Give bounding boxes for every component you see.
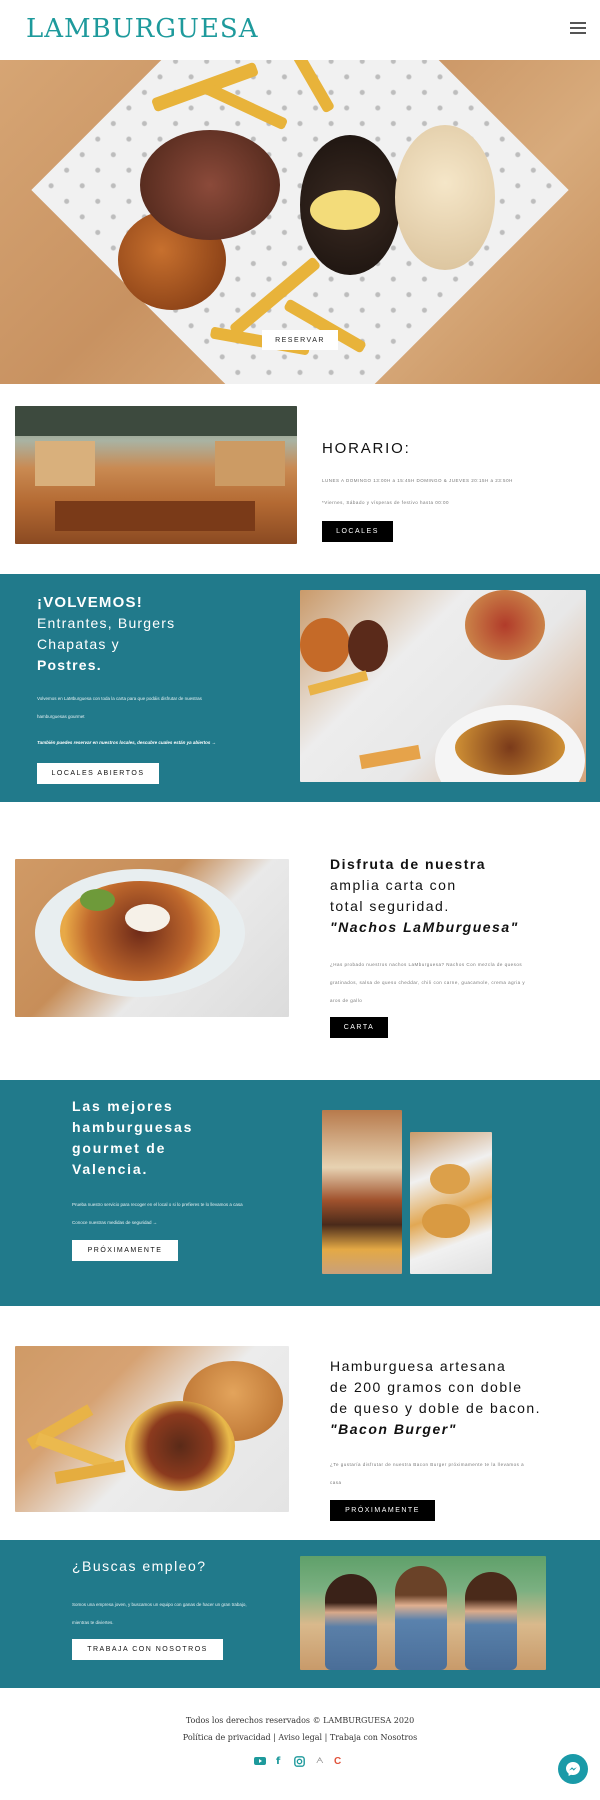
horario-title: HORARIO: xyxy=(322,440,411,457)
footer-links[interactable]: Política de privacidad | Aviso legal | T… xyxy=(0,1733,600,1742)
volvemos-section: ¡VOLVEMOS! Entrantes, Burgers Chapatas y… xyxy=(0,574,600,802)
mejores-proximamente-button[interactable]: PRÓXIMAMENTE xyxy=(72,1240,178,1261)
nachos-section: Disfruta de nuestra amplia carta con tot… xyxy=(0,802,600,1080)
facebook-icon[interactable]: f xyxy=(276,1756,280,1767)
site-header: LAMBURGUESA xyxy=(0,0,600,60)
bacon-proximamente-button[interactable]: PRÓXIMAMENTE xyxy=(330,1500,435,1521)
staff-team-image xyxy=(300,1556,546,1670)
empleo-section: ¿Buscas empleo? Somos una empresa joven,… xyxy=(0,1540,600,1688)
burger-closeup-image xyxy=(322,1110,402,1274)
nachos-text-1: ¿Has probado nuestros nachos LaMburguesa… xyxy=(330,962,523,967)
thefork-icon[interactable]: C xyxy=(334,1756,341,1767)
horario-section: HORARIO: LUNES A DOMINGO 13:00H a 15:45H… xyxy=(0,384,600,574)
mejores-section: Las mejores hamburguesas gourmet de Vale… xyxy=(0,1080,600,1306)
trabaja-con-nosotros-button[interactable]: TRABAJA CON NOSOTROS xyxy=(72,1639,223,1660)
messenger-chat-icon[interactable] xyxy=(558,1754,588,1784)
bacon-title-2: de 200 gramos con doble xyxy=(330,1379,523,1395)
youtube-icon[interactable] xyxy=(254,1756,266,1769)
nachos-title-3: total seguridad. xyxy=(330,898,450,914)
bacon-title-1: Hamburguesa artesana xyxy=(330,1358,507,1374)
bacon-section: Hamburguesa artesana de 200 gramos con d… xyxy=(0,1306,600,1540)
empleo-text-2: mientras te diviertes. xyxy=(72,1620,114,1625)
food-spread-image xyxy=(300,590,586,782)
bacon-text-2: casa xyxy=(330,1480,342,1485)
nachos-text-3: aros de gallo xyxy=(330,998,363,1003)
nachos-title-1: Disfruta de nuestra xyxy=(330,856,487,872)
dumplings-image xyxy=(410,1132,492,1274)
volvemos-title-4: Postres. xyxy=(37,657,102,673)
volvemos-text-2: hamburguesas gourmet xyxy=(37,714,85,719)
volvemos-title-3: Chapatas y xyxy=(37,636,120,652)
mejores-title-1: Las mejores xyxy=(72,1098,174,1114)
bacon-title-4: "Bacon Burger" xyxy=(330,1421,457,1437)
locales-button[interactable]: LOCALES xyxy=(322,521,393,542)
carta-button[interactable]: CARTA xyxy=(330,1017,388,1038)
nachos-text-2: gratinados, salsa de queso cheddar, chil… xyxy=(330,980,526,985)
restaurant-interior-image xyxy=(15,406,297,544)
mejores-text-1: Prueba nuestro servicio para recoger en … xyxy=(72,1202,243,1207)
mejores-title-3: gourmet de xyxy=(72,1140,167,1156)
volvemos-title-2: Entrantes, Burgers xyxy=(37,615,176,631)
bacon-text-1: ¿Te gustaría disfrutar de nuestra Bacon … xyxy=(330,1462,525,1467)
nachos-title-4: "Nachos LaMburguesa" xyxy=(330,919,519,935)
burger-top-bun-image xyxy=(395,125,495,270)
volvemos-title-1: ¡VOLVEMOS! xyxy=(37,594,143,611)
empleo-title: ¿Buscas empleo? xyxy=(72,1558,207,1574)
hamburger-menu-icon[interactable] xyxy=(570,22,586,36)
mejores-title-2: hamburguesas xyxy=(72,1119,194,1135)
tripadvisor-icon[interactable]: ᗅ xyxy=(316,1756,324,1766)
mejores-title-4: Valencia. xyxy=(72,1161,149,1177)
copyright-text: Todos los derechos reservados © LAMBURGU… xyxy=(185,1716,415,1725)
volvemos-text-3[interactable]: También puedes reservar en nuestros loca… xyxy=(37,740,216,745)
logo[interactable]: LAMBURGUESA xyxy=(26,14,259,44)
horario-hours: LUNES A DOMINGO 13:00H a 15:45H DOMINGO … xyxy=(322,478,513,483)
bacon-burger-image xyxy=(15,1346,289,1512)
reservar-button[interactable]: RESERVAR xyxy=(262,330,338,350)
volvemos-text-1: Volvemos en LaMburguesa con toda la cart… xyxy=(37,696,202,701)
nachos-image xyxy=(15,859,289,1017)
locales-abiertos-button[interactable]: LOCALES ABIERTOS xyxy=(37,763,159,784)
instagram-icon[interactable] xyxy=(294,1756,305,1770)
bacon-title-3: de queso y doble de bacon. xyxy=(330,1400,542,1416)
empleo-text-1: Somos una empresa joven, y buscamos un e… xyxy=(72,1602,247,1607)
nachos-title-2: amplia carta con xyxy=(330,877,457,893)
mejores-text-2[interactable]: Conoce nuestras medidas de seguridad → xyxy=(72,1220,157,1225)
horario-note: *Viernes, Sábado y vísperas de festivo h… xyxy=(322,500,449,505)
